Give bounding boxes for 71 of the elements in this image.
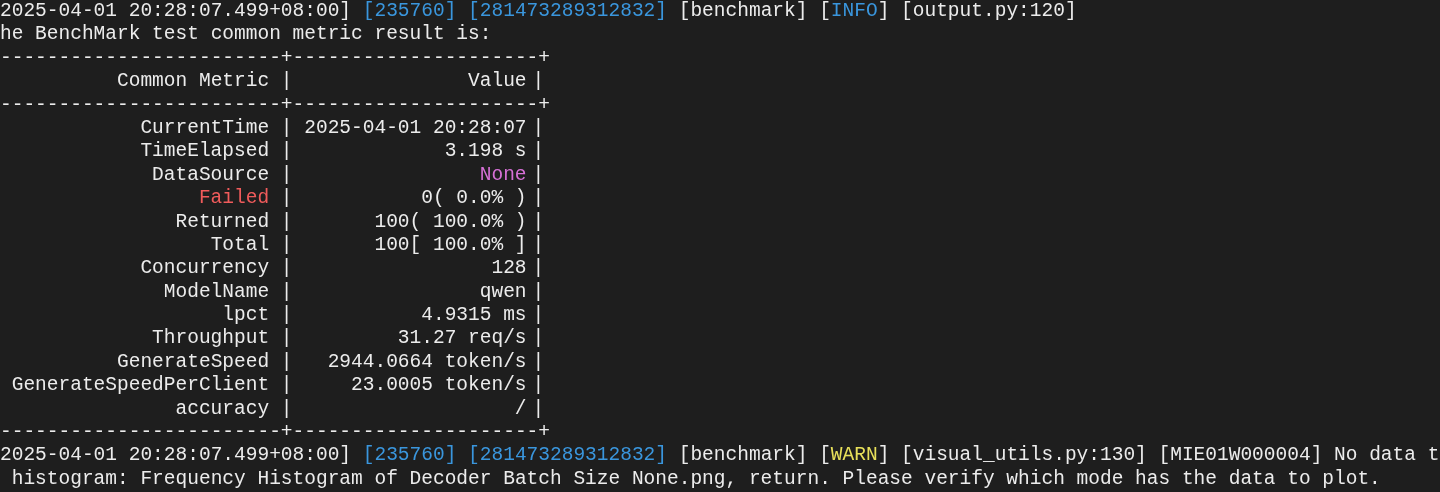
- log-text: 2025-04-01 20:28:07.499+08:00]: [0, 0, 353, 24]
- table-border: ------------------------+---------------------+: [0, 93, 550, 116]
- metric-label: ModelName: [163, 280, 270, 303]
- column-separator: |: [532, 116, 545, 139]
- metric-value: None: [479, 163, 527, 186]
- column-separator: |: [280, 397, 293, 420]
- column-separator: |: [280, 280, 293, 303]
- metric-label: Throughput: [152, 327, 270, 350]
- column-separator: |: [280, 257, 293, 280]
- log-text: INFO: [830, 0, 878, 24]
- log-text: [235760] [281473289312832]: [362, 0, 667, 24]
- column-separator: |: [280, 374, 293, 397]
- metric-label: TimeElapsed: [140, 140, 270, 163]
- column-separator: |: [532, 140, 545, 163]
- metric-label: DataSource: [152, 163, 270, 186]
- log-text: he BenchMark test common metric result is:: [0, 23, 492, 47]
- column-separator: |: [532, 70, 545, 93]
- metric-value: Value: [468, 70, 527, 93]
- column-separator: |: [280, 116, 293, 139]
- log-text: [benchmark] [: [677, 0, 831, 24]
- metric-label: GenerateSpeed: [117, 350, 270, 373]
- column-separator: |: [532, 350, 545, 373]
- column-separator: |: [532, 327, 545, 350]
- log-text: ] [output.py:120]: [877, 0, 1077, 24]
- metric-label: Total: [210, 233, 270, 256]
- column-separator: |: [532, 374, 545, 397]
- column-separator: |: [280, 187, 293, 210]
- metric-label: GenerateSpeedPerClient: [11, 374, 270, 397]
- metric-value: 128: [491, 257, 527, 280]
- column-separator: |: [532, 257, 545, 280]
- column-separator: |: [280, 140, 293, 163]
- metric-value: 23.0005 token/s: [351, 374, 527, 397]
- column-separator: |: [280, 327, 293, 350]
- table-border: ------------------------+---------------------+: [0, 421, 550, 444]
- metric-value: 100[ 100.0% ]: [374, 233, 527, 256]
- metric-value: /: [514, 397, 527, 420]
- metric-value: 31.27 req/s: [397, 327, 527, 350]
- log-text: ] [visual_utils.py:130] [MIE01W000004] No data t: [877, 444, 1440, 468]
- log-text: histogram: Frequency Histogram of Decoder Batch Size None.png, return. Please verify which mode has the data to plot.: [10, 467, 1381, 492]
- metric-label: CurrentTime: [140, 116, 270, 139]
- column-separator: |: [532, 397, 545, 420]
- metric-value: 100( 100.0% ): [374, 210, 527, 233]
- metric-label: Returned: [175, 210, 270, 233]
- column-separator: |: [280, 163, 293, 186]
- column-separator: |: [280, 350, 293, 373]
- column-separator: |: [532, 187, 545, 210]
- metric-label: Failed: [198, 187, 270, 210]
- metric-label: accuracy: [175, 397, 270, 420]
- log-text: [235760] [281473289312832]: [362, 444, 667, 468]
- column-separator: |: [532, 163, 545, 186]
- column-separator: |: [280, 304, 293, 327]
- metric-value: 2944.0664 token/s: [327, 350, 527, 373]
- metric-label: Concurrency: [140, 257, 270, 280]
- column-separator: |: [280, 233, 293, 256]
- metric-value: 3.198 s: [444, 140, 527, 163]
- column-separator: |: [532, 210, 545, 233]
- metric-label: lpct: [222, 304, 270, 327]
- metric-value: 2025-04-01 20:28:07: [304, 116, 527, 139]
- table-border: ------------------------+---------------------+: [0, 46, 550, 69]
- metric-value: qwen: [479, 280, 527, 303]
- log-text: [benchmark] [: [677, 444, 831, 468]
- log-text: WARN: [830, 444, 878, 468]
- metric-label: Common Metric: [117, 70, 270, 93]
- column-separator: |: [532, 233, 545, 256]
- log-text: 2025-04-01 20:28:07.499+08:00]: [0, 444, 353, 468]
- column-separator: |: [532, 280, 545, 303]
- column-separator: |: [280, 210, 293, 233]
- metric-value: 4.9315 ms: [421, 304, 527, 327]
- column-separator: |: [532, 304, 545, 327]
- column-separator: |: [280, 70, 293, 93]
- metric-value: 0( 0.0% ): [421, 187, 527, 210]
